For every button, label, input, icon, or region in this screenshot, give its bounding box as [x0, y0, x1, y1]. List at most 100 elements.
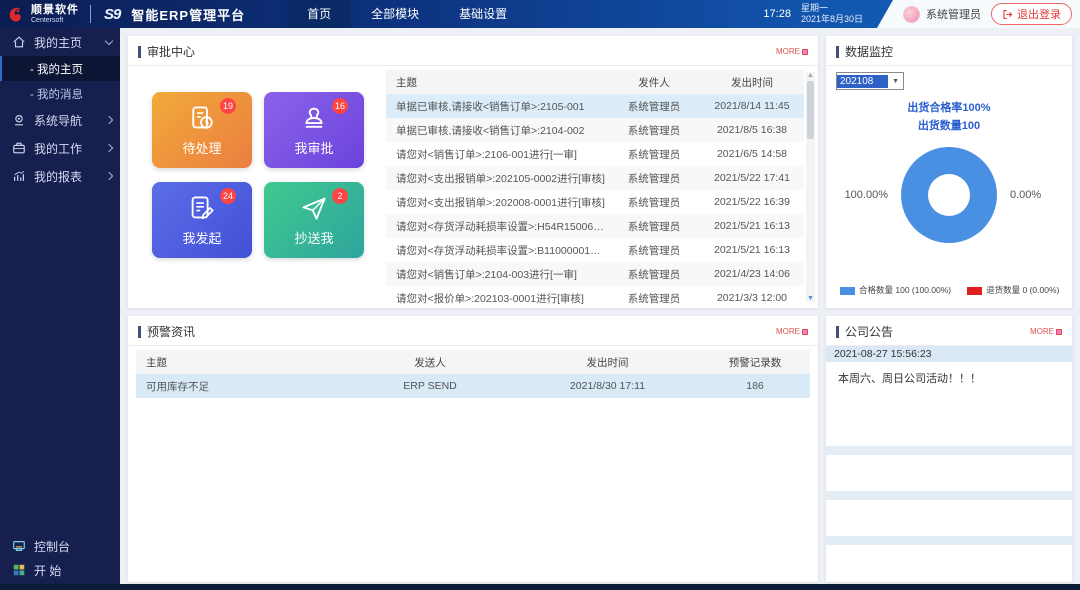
sidebar-item-label: 系统导航 [34, 112, 98, 129]
approval-panel-title: 审批中心 [147, 43, 195, 60]
tile-pending[interactable]: 19待处理 [152, 92, 252, 168]
brand-name-en: Centersoft [31, 17, 79, 24]
alerts-table: 主题 发送人 发出时间 预警记录数 可用库存不足ERP SEND2021/8/3… [136, 350, 810, 398]
table-row[interactable]: 请您对<存货浮动耗损率设置>:B11000001进行[审核]系统管理员2021/… [386, 238, 804, 262]
table-cell: 单据已审核,请接收<销售订单>:2104-002 [386, 118, 608, 142]
approval-tiles: 19待处理16我审批 24 我发起 2抄送我 [128, 66, 386, 308]
more-label: MORE [776, 327, 800, 336]
table-header-row: 主题 发送人 发出时间 预警记录数 [136, 350, 810, 374]
tab-1[interactable]: 全部模块 [351, 0, 439, 28]
sidebar-item-my-home[interactable]: 我的主页 [0, 28, 120, 56]
tile-label: 我发起 [182, 228, 221, 247]
col-subject: 主题 [386, 70, 608, 94]
main-content: 审批中心 MORE 19待处理16我审批 24 我发起 2抄送我 主题 发件人 [120, 28, 1080, 590]
monitor-panel-title: 数据监控 [845, 43, 893, 60]
more-icon [802, 49, 808, 55]
table-cell: 2021/8/14 11:45 [700, 94, 804, 118]
console-button[interactable]: 控制台 [0, 534, 120, 558]
table-cell: 请您对<存货浮动耗损率设置>:H54R15006002进行[审核] [386, 214, 608, 238]
table-row[interactable]: 请您对<销售订单>:2104-003进行[一审]系统管理员2021/4/23 1… [386, 262, 804, 286]
table-cell: 系统管理员 [608, 190, 700, 214]
pass-rate-text: 出货合格率100% [836, 100, 1062, 118]
sidebar-item-label: 我的主页 [34, 34, 98, 51]
alerts-panel: 预警资讯 MORE 主题 发送人 发出时间 预警记录数 [128, 316, 818, 582]
sidebar-item-system-nav[interactable]: 系统导航 [0, 106, 120, 134]
badge-count: 19 [220, 98, 236, 114]
table-row[interactable]: 请您对<报价单>:202103-0001进行[审核]系统管理员2021/3/3 … [386, 286, 804, 310]
table-cell: 2021/6/5 14:58 [700, 142, 804, 166]
tile-cc[interactable]: 2抄送我 [264, 182, 364, 258]
tile-initiate[interactable]: 24 我发起 [152, 182, 252, 258]
col-count: 预警记录数 [700, 350, 810, 374]
sidebar-subitem-my-messages[interactable]: - 我的消息 [0, 81, 120, 106]
announcements-more-link[interactable]: MORE [1030, 327, 1062, 336]
period-select[interactable]: 202108 ▼ [836, 72, 904, 90]
brand-logo: 顺景软件 Centersoft S9 智能ERP管理平台 [0, 4, 245, 24]
table-cell: 2021/5/22 16:39 [700, 190, 804, 214]
more-icon [802, 329, 808, 335]
table-cell: 2021/3/3 12:00 [700, 286, 804, 310]
user-avatar[interactable] [903, 6, 920, 23]
table-row[interactable]: 可用库存不足ERP SEND2021/8/30 17:11186 [136, 374, 810, 398]
subitem-label: - 我的主页 [30, 61, 83, 77]
chevron-down-icon [105, 36, 113, 44]
table-cell: 单据已审核,请接收<销售订单>:2105-001 [386, 94, 608, 118]
table-cell: 系统管理员 [608, 238, 700, 262]
tab-0[interactable]: 首页 [287, 0, 351, 28]
table-row[interactable]: 单据已审核,请接收<销售订单>:2104-002系统管理员2021/8/5 16… [386, 118, 804, 142]
table-cell: 186 [700, 374, 810, 398]
announcement-time: 2021-08-27 15:56:23 [826, 346, 1072, 362]
chevron-right-icon [105, 172, 113, 180]
table-row[interactable]: 请您对<销售订单>:2106-001进行[一审]系统管理员2021/6/5 14… [386, 142, 804, 166]
col-sender: 发件人 [608, 70, 700, 94]
monitor-stats: 出货合格率100% 出货数量100 [836, 100, 1062, 135]
sidebar-subitem-my-home[interactable]: - 我的主页 [0, 56, 120, 81]
table-row[interactable]: 单据已审核,请接收<销售订单>:2105-001系统管理员2021/8/14 1… [386, 94, 804, 118]
announcement-empty-slot [826, 491, 1072, 500]
announcement-empty-slot [826, 536, 1072, 545]
table-cell: 2021/5/21 16:13 [700, 214, 804, 238]
table-cell: 系统管理员 [608, 262, 700, 286]
chevron-right-icon [105, 144, 113, 152]
table-row[interactable]: 请您对<存货浮动耗损率设置>:H54R15006002进行[审核]系统管理员20… [386, 214, 804, 238]
table-cell: 系统管理员 [608, 142, 700, 166]
erp-dashboard: 顺景软件 Centersoft S9 智能ERP管理平台 首页全部模块基础设置 … [0, 0, 1080, 590]
table-cell: 2021/8/5 16:38 [700, 118, 804, 142]
badge-count: 16 [332, 98, 348, 114]
clock-time: 17:28 [763, 8, 791, 20]
tile-approve[interactable]: 16我审批 [264, 92, 364, 168]
scroll-thumb[interactable] [807, 81, 814, 139]
table-row[interactable]: 请您对<支出报销单>:202008-0001进行[审核]系统管理员2021/5/… [386, 190, 804, 214]
alerts-more-link[interactable]: MORE [776, 327, 808, 336]
tab-2[interactable]: 基础设置 [439, 0, 527, 28]
more-label: MORE [1030, 327, 1054, 336]
logout-icon [1002, 9, 1013, 20]
table-cell: 2021/5/22 17:41 [700, 166, 804, 190]
user-name: 系统管理员 [926, 6, 981, 22]
legend-item: 退货数量 0 (0.00%) [967, 284, 1059, 296]
donut-chart[interactable] [901, 147, 997, 243]
scroll-down-icon[interactable]: ▼ [807, 295, 814, 302]
tile-label: 抄送我 [294, 228, 333, 247]
start-button[interactable]: 开 始 [0, 558, 120, 582]
nav-pin-icon [12, 113, 26, 127]
brand-swirl-icon [6, 4, 26, 24]
date-label: 2021年8月30日 [801, 14, 863, 25]
weekday-label: 星期一 [801, 3, 863, 14]
table-cell: 2021/4/23 14:06 [700, 262, 804, 286]
subitem-label: - 我的消息 [30, 86, 83, 102]
sidebar-item-label: 我的工作 [34, 140, 98, 157]
approval-more-link[interactable]: MORE [776, 47, 808, 56]
badge-count: 24 [220, 188, 236, 204]
sidebar-item-my-reports[interactable]: 我的报表 [0, 162, 120, 190]
console-monitor-icon [12, 539, 26, 553]
table-scrollbar[interactable]: ▲ ▼ [806, 72, 815, 302]
table-row[interactable]: 请您对<支出报销单>:202105-0002进行[审核]系统管理员2021/5/… [386, 166, 804, 190]
approval-center-panel: 审批中心 MORE 19待处理16我审批 24 我发起 2抄送我 主题 发件人 [128, 36, 818, 308]
table-header-row: 主题 发件人 发出时间 [386, 70, 804, 94]
chevron-right-icon [105, 116, 113, 124]
logout-button[interactable]: 退出登录 [991, 3, 1072, 25]
scroll-up-icon[interactable]: ▲ [807, 72, 814, 79]
table-cell: 请您对<存货浮动耗损率设置>:B11000001进行[审核] [386, 238, 608, 262]
sidebar-item-my-work[interactable]: 我的工作 [0, 134, 120, 162]
